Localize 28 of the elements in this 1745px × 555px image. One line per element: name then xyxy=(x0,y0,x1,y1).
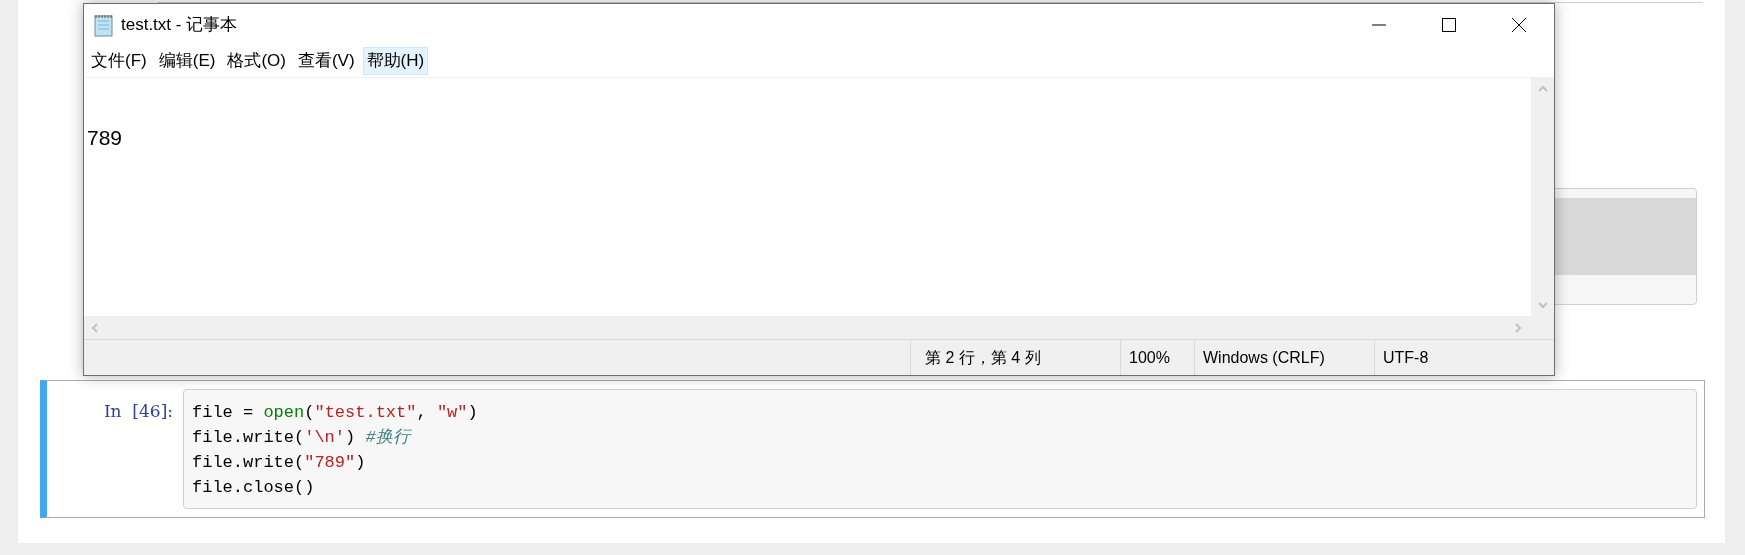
code-line: file.write('\n') #换行 xyxy=(192,427,410,449)
code-line: file.write("789") xyxy=(192,452,366,474)
menu-item[interactable]: 查看(V) xyxy=(293,47,359,75)
cursor-position: 第 2 行，第 4 列 xyxy=(925,347,1041,368)
minimize-icon xyxy=(1371,23,1387,26)
close-icon xyxy=(1511,16,1527,33)
horizontal-scrollbar[interactable] xyxy=(84,316,1554,340)
window-title: test.txt - 记事本 xyxy=(121,13,238,36)
code-input[interactable]: file = open("test.txt", "w") file.write('\n') #换行 file.write("789") file.close() xyxy=(183,389,1697,509)
vertical-scrollbar[interactable] xyxy=(1531,78,1554,316)
encoding: UTF-8 xyxy=(1383,347,1429,368)
line-ending: Windows (CRLF) xyxy=(1203,347,1325,368)
cell-prompt: In [46]: xyxy=(103,400,173,423)
menu-item[interactable]: 文件(F) xyxy=(87,47,151,75)
code-line: file = open("test.txt", "w") xyxy=(192,402,478,424)
zoom-level: 100% xyxy=(1129,347,1170,368)
notepad-icon xyxy=(93,12,115,37)
scroll-right-icon[interactable] xyxy=(1512,321,1524,334)
text-area[interactable]: 789 xyxy=(84,78,1531,316)
document-text: 789 xyxy=(87,126,123,149)
maximize-icon xyxy=(1441,16,1457,33)
menu-item[interactable]: 编辑(E) xyxy=(154,47,220,75)
scroll-left-icon[interactable] xyxy=(89,321,101,334)
code-cell[interactable]: In [46]: file = open("test.txt", "w") file.write('\n') #换行 file.write("789") file.close() xyxy=(40,380,1705,518)
menu-item[interactable]: 格式(O) xyxy=(223,47,290,75)
scroll-down-icon[interactable] xyxy=(1536,299,1549,311)
menu-item[interactable]: 帮助(H) xyxy=(362,47,429,75)
code-line: file.close() xyxy=(192,477,315,499)
